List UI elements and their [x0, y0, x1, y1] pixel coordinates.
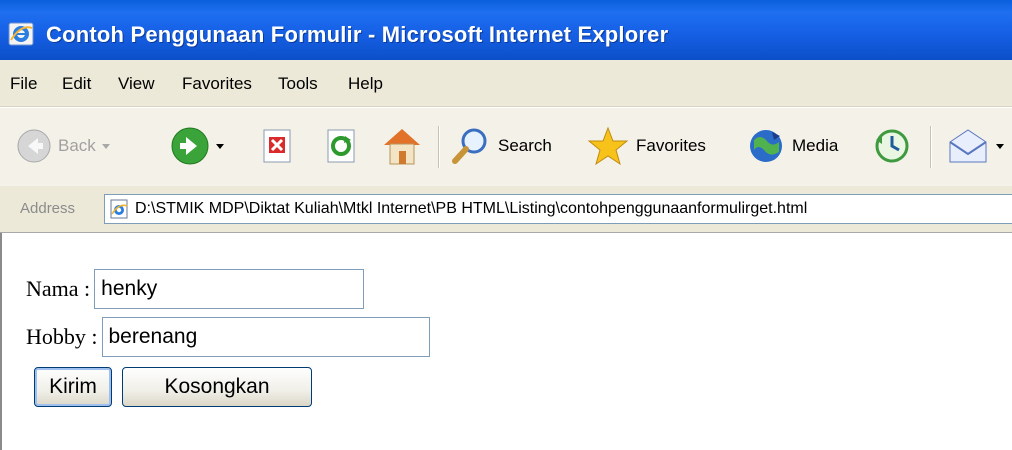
page-content: Nama : Hobby : Kirim Kosongkan	[0, 233, 1012, 450]
stop-icon	[263, 129, 291, 163]
forward-button[interactable]	[170, 122, 224, 170]
mail-button[interactable]	[946, 122, 1004, 170]
nama-row: Nama :	[26, 269, 365, 309]
internet-explorer-icon	[8, 22, 34, 46]
history-button[interactable]	[872, 122, 912, 170]
address-label: Address	[20, 200, 76, 217]
back-icon	[17, 129, 51, 163]
menu-help[interactable]: Help	[348, 74, 383, 94]
search-button[interactable]: Search	[450, 122, 552, 170]
refresh-button[interactable]	[322, 122, 358, 170]
address-bar: Address D:\STMIK MDP\Diktat Kuliah\Mtkl …	[0, 186, 1012, 233]
title-bar: Contoh Penggunaan Formulir - Microsoft I…	[0, 0, 1012, 60]
standard-toolbar: Back Search Favorites Media	[0, 107, 1012, 187]
menu-edit[interactable]: Edit	[62, 74, 91, 94]
media-icon	[750, 130, 782, 162]
menu-bar: File Edit View Favorites Tools Help	[0, 60, 1012, 107]
window-title: Contoh Penggunaan Formulir - Microsoft I…	[46, 22, 669, 47]
address-input[interactable]: D:\STMIK MDP\Diktat Kuliah\Mtkl Internet…	[104, 194, 1012, 224]
history-icon	[875, 129, 909, 163]
media-label: Media	[792, 136, 839, 155]
favorites-button[interactable]: Favorites	[586, 122, 706, 170]
mail-dropdown-icon[interactable]	[996, 143, 1004, 149]
search-icon	[452, 128, 487, 164]
favorites-icon	[587, 126, 629, 166]
submit-button[interactable]: Kirim	[34, 367, 112, 407]
hobby-row: Hobby :	[26, 317, 430, 357]
home-icon	[384, 129, 420, 165]
page-icon	[110, 199, 128, 219]
toolbar-separator	[438, 126, 440, 168]
back-dropdown-icon[interactable]	[101, 143, 110, 149]
nama-label: Nama :	[26, 276, 91, 301]
forward-dropdown-icon[interactable]	[216, 143, 224, 149]
back-button[interactable]: Back	[16, 122, 110, 170]
address-url: D:\STMIK MDP\Diktat Kuliah\Mtkl Internet…	[135, 200, 808, 217]
favorites-label: Favorites	[636, 136, 706, 155]
menu-view[interactable]: View	[118, 74, 155, 94]
menu-tools[interactable]: Tools	[278, 74, 318, 94]
reset-button[interactable]: Kosongkan	[122, 367, 312, 407]
forward-icon	[171, 127, 209, 165]
media-button[interactable]: Media	[746, 122, 838, 170]
back-label: Back	[58, 136, 96, 155]
search-label: Search	[498, 136, 552, 155]
hobby-label: Hobby :	[26, 324, 98, 349]
home-button[interactable]	[380, 122, 424, 170]
refresh-icon	[327, 129, 355, 163]
stop-button[interactable]	[258, 122, 294, 170]
menu-favorites[interactable]: Favorites	[182, 74, 252, 94]
nama-input[interactable]	[94, 269, 365, 309]
toolbar-separator	[930, 126, 932, 168]
menu-file[interactable]: File	[10, 74, 37, 94]
hobby-input[interactable]	[101, 317, 430, 357]
mail-icon	[949, 129, 987, 163]
